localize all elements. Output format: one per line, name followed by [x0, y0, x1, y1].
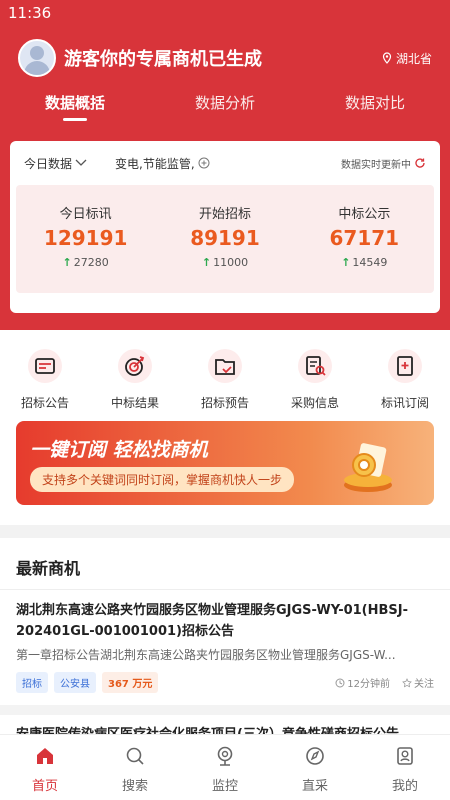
stat-today-bids[interactable]: 今日标讯 129191 ↑ 27280: [16, 185, 155, 293]
nav-label: 搜索: [121, 779, 148, 794]
stat-delta: ↑ 11000: [155, 256, 294, 269]
target-icon: [118, 349, 152, 383]
page-title: 游客你的专属商机已生成: [64, 49, 262, 70]
menu-row: 招标公告 中标结果 招标预告 采购信息 标讯订阅: [0, 330, 450, 411]
stats-panel: 今日标讯 129191 ↑ 27280 开始招标 89191 ↑ 11000 中标公…: [16, 185, 434, 293]
menu-item-bid-preview[interactable]: 招标预告: [185, 348, 265, 411]
avatar-head: [30, 46, 44, 60]
menu-label: 采购信息: [290, 396, 339, 410]
menu-label: 中标结果: [110, 396, 159, 410]
stat-label: 中标公示: [338, 207, 391, 222]
bottom-nav: 首页 搜索 监控 直采 我的: [0, 734, 450, 800]
star-icon: [402, 677, 412, 687]
tab-analysis[interactable]: 数据分析: [160, 92, 290, 113]
nav-profile[interactable]: 我的: [370, 735, 440, 800]
home-icon: [37, 748, 53, 764]
refresh-icon: [415, 158, 425, 168]
status-bar: 11:36: [0, 0, 450, 26]
stat-delta: ↑ 14549: [295, 256, 434, 269]
tag-amount: 367 万元: [102, 672, 159, 693]
item-title: 湖北荆东高速公路夹竹园服务区物业管理服务GJGS-WY-01(HBSJ-2024…: [16, 603, 409, 639]
divider: [0, 705, 450, 715]
target-coin-icon: [344, 443, 392, 492]
stat-award-notice[interactable]: 中标公示 67171 ↑ 14549: [295, 185, 434, 293]
chevron-down-icon: [75, 159, 87, 166]
announcement-icon: [28, 349, 62, 383]
nav-monitor[interactable]: 监控: [190, 735, 260, 800]
item-desc: 第一章招标公告湖北荆东高速公路夹竹园服务区物业管理服务GJGS-W...: [16, 648, 396, 662]
stat-label: 今日标讯: [59, 207, 112, 222]
arrow-up-icon: ↑: [62, 256, 72, 269]
tag-type: 招标: [16, 672, 48, 693]
nav-search[interactable]: 搜索: [100, 735, 170, 800]
menu-item-subscribe[interactable]: 标讯订阅: [365, 348, 445, 411]
avatar-body: [24, 61, 50, 75]
item-meta: 招标 公安县 367 万元 12分钟前 关注: [16, 672, 434, 693]
menu-label: 招标公告: [20, 396, 69, 410]
stat-start-bidding[interactable]: 开始招标 89191 ↑ 11000: [155, 185, 294, 293]
location-label: 湖北省: [395, 51, 432, 66]
menu-label: 招标预告: [200, 396, 249, 410]
stat-delta-value: 14549: [352, 256, 388, 269]
clock-icon: [335, 678, 345, 687]
keyword-filter[interactable]: 变电,节能监管,: [115, 155, 210, 172]
folder-icon: [208, 349, 242, 383]
stat-value: 129191: [43, 226, 128, 250]
menu-item-announcement[interactable]: 招标公告: [5, 348, 85, 411]
list-item[interactable]: 湖北荆东高速公路夹竹园服务区物业管理服务GJGS-WY-01(HBSJ-2024…: [0, 590, 450, 693]
menu-label: 标讯订阅: [380, 396, 429, 410]
list-item-title[interactable]: 安康医院传染病区医疗社会化服务项目(三次）竞争性磋商招标公告: [0, 715, 450, 734]
realtime-indicator[interactable]: 数据实时更新中: [341, 156, 426, 171]
subscribe-banner[interactable]: 一键订阅 轻松找商机 支持多个关键词同时订阅，掌握商机快人一步: [16, 421, 434, 505]
tab-compare[interactable]: 数据对比: [310, 92, 440, 113]
stat-delta: ↑ 27280: [16, 256, 155, 269]
section-title: 最新商机: [0, 538, 450, 590]
data-tabs: 数据概括 数据分析 数据对比: [0, 92, 450, 113]
time-label: 12分钟前: [347, 679, 390, 690]
camera-icon: [217, 746, 233, 766]
stat-value: 67171: [329, 226, 400, 250]
meta-right: 12分钟前 关注: [335, 675, 434, 690]
filter-row: 今日数据 变电,节能监管, 数据实时更新中: [10, 141, 440, 185]
add-circle-icon[interactable]: [198, 157, 210, 169]
compass-icon: [306, 747, 324, 765]
banner-title: 一键订阅 轻松找商机: [30, 439, 208, 461]
nav-label: 首页: [31, 779, 58, 794]
follow-button[interactable]: 关注: [402, 675, 434, 690]
arrow-up-icon: ↑: [201, 256, 212, 269]
user-icon: [397, 747, 413, 765]
time-info: 12分钟前: [335, 675, 390, 690]
follow-label: 关注: [414, 679, 434, 690]
location-pin-icon: [382, 52, 392, 64]
location-selector[interactable]: 湖北省: [381, 50, 432, 67]
document-search-icon: [298, 349, 332, 383]
nav-label: 监控: [211, 779, 238, 794]
status-time: 11:36: [8, 4, 52, 22]
banner-subtitle: 支持多个关键词同时订阅，掌握商机快人一步: [30, 467, 295, 492]
nav-label: 我的: [391, 779, 418, 794]
subscribe-icon: [388, 349, 422, 383]
stat-delta-value: 27280: [73, 256, 109, 269]
tag-region: 公安县: [54, 672, 96, 693]
tab-overview[interactable]: 数据概括: [10, 92, 140, 113]
avatar[interactable]: [18, 39, 56, 77]
stat-label: 开始招标: [198, 207, 251, 222]
menu-item-award-results[interactable]: 中标结果: [95, 348, 175, 411]
period-dropdown[interactable]: 今日数据: [24, 155, 87, 172]
arrow-up-icon: ↑: [341, 256, 351, 269]
nav-direct-purchase[interactable]: 直采: [280, 735, 350, 800]
stats-card: 今日数据 变电,节能监管, 数据实时更新中 今日标讯 129191 ↑ 27280…: [10, 141, 440, 313]
search-icon: [126, 747, 144, 765]
menu-item-purchase-info[interactable]: 采购信息: [275, 348, 355, 411]
stat-value: 89191: [190, 226, 260, 250]
stat-delta-value: 11000: [213, 256, 249, 269]
period-label: 今日数据: [24, 156, 73, 171]
nav-home[interactable]: 首页: [10, 735, 80, 800]
top-bar: 游客你的专属商机已生成 湖北省: [18, 38, 432, 78]
keyword-label: 变电,节能监管,: [115, 156, 195, 171]
latest-opportunities: 最新商机 湖北荆东高速公路夹竹园服务区物业管理服务GJGS-WY-01(HBSJ…: [0, 538, 450, 734]
realtime-label: 数据实时更新中: [341, 159, 411, 171]
nav-label: 直采: [301, 779, 328, 794]
